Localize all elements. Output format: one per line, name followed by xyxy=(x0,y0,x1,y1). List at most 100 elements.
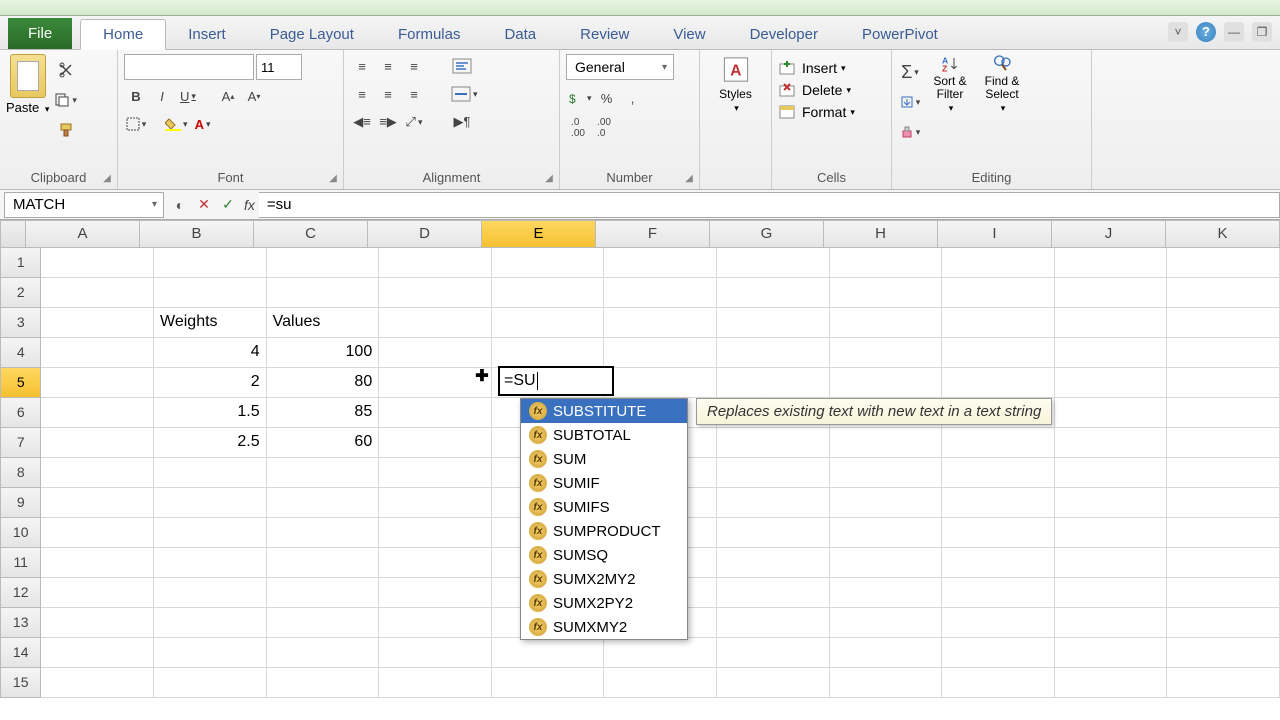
window-restore-icon[interactable]: ❐ xyxy=(1252,22,1272,42)
cell-F5[interactable] xyxy=(604,368,717,398)
align-bottom-icon[interactable]: ≡ xyxy=(402,54,426,78)
cell-G8[interactable] xyxy=(717,458,830,488)
tab-data[interactable]: Data xyxy=(482,20,558,49)
cell-H13[interactable] xyxy=(830,608,943,638)
align-top-icon[interactable]: ≡ xyxy=(350,54,374,78)
underline-button[interactable]: U▾ xyxy=(176,84,200,108)
font-launcher-icon[interactable]: ◢ xyxy=(326,172,340,186)
row-header-1[interactable]: 1 xyxy=(0,248,41,278)
cell-D15[interactable] xyxy=(379,668,492,698)
row-header-9[interactable]: 9 xyxy=(0,488,41,518)
autocomplete-item-sumproduct[interactable]: fxSUMPRODUCT xyxy=(521,519,687,543)
column-header-C[interactable]: C xyxy=(254,220,368,248)
cell-K3[interactable] xyxy=(1167,308,1280,338)
autosum-icon[interactable]: Σ▾ xyxy=(898,60,922,84)
cell-K6[interactable] xyxy=(1167,398,1280,428)
tab-home[interactable]: Home xyxy=(80,19,166,50)
cell-F4[interactable] xyxy=(604,338,717,368)
tab-view[interactable]: View xyxy=(651,20,727,49)
cell-D14[interactable] xyxy=(379,638,492,668)
row-header-3[interactable]: 3 xyxy=(0,308,41,338)
align-middle-icon[interactable]: ≡ xyxy=(376,54,400,78)
autocomplete-item-sumifs[interactable]: fxSUMIFS xyxy=(521,495,687,519)
cell-K1[interactable] xyxy=(1167,248,1280,278)
cell-J14[interactable] xyxy=(1055,638,1168,668)
cell-I2[interactable] xyxy=(942,278,1055,308)
formula-input[interactable]: =su xyxy=(259,192,1280,218)
cell-I8[interactable] xyxy=(942,458,1055,488)
cell-B14[interactable] xyxy=(154,638,267,668)
cell-C12[interactable] xyxy=(267,578,380,608)
cell-F15[interactable] xyxy=(604,668,717,698)
cell-D6[interactable] xyxy=(379,398,492,428)
column-header-J[interactable]: J xyxy=(1052,220,1166,248)
ribbon-minimize-icon[interactable]: ˅ xyxy=(1168,22,1188,42)
styles-button[interactable]: A Styles ▾ xyxy=(712,54,760,114)
clipboard-launcher-icon[interactable]: ◢ xyxy=(100,172,114,186)
cell-A2[interactable] xyxy=(41,278,154,308)
cell-G15[interactable] xyxy=(717,668,830,698)
align-center-icon[interactable]: ≡ xyxy=(376,82,400,106)
shrink-font-icon[interactable]: A▾ xyxy=(242,84,266,108)
cell-I13[interactable] xyxy=(942,608,1055,638)
cell-C3[interactable]: Values xyxy=(267,308,380,338)
cell-A7[interactable] xyxy=(41,428,154,458)
row-header-2[interactable]: 2 xyxy=(0,278,41,308)
cell-D9[interactable] xyxy=(379,488,492,518)
cell-E15[interactable] xyxy=(492,668,605,698)
borders-icon[interactable]: ▾ xyxy=(124,112,148,136)
cell-I12[interactable] xyxy=(942,578,1055,608)
autocomplete-item-sumxmy2[interactable]: fxSUMXMY2 xyxy=(521,615,687,639)
select-all-corner[interactable] xyxy=(0,220,26,248)
cell-I5[interactable] xyxy=(942,368,1055,398)
orientation-icon[interactable]: ⤢▾ xyxy=(402,110,426,134)
cell-I9[interactable] xyxy=(942,488,1055,518)
copy-icon[interactable]: ▾ xyxy=(53,88,78,112)
cell-B4[interactable]: 4 xyxy=(154,338,267,368)
cell-H3[interactable] xyxy=(830,308,943,338)
cell-F14[interactable] xyxy=(604,638,717,668)
cell-D11[interactable] xyxy=(379,548,492,578)
percent-format-icon[interactable]: % xyxy=(595,86,619,110)
column-header-F[interactable]: F xyxy=(596,220,710,248)
cell-D13[interactable] xyxy=(379,608,492,638)
cell-C2[interactable] xyxy=(267,278,380,308)
cell-K15[interactable] xyxy=(1167,668,1280,698)
cell-C7[interactable]: 60 xyxy=(267,428,380,458)
merge-center-icon[interactable]: ▾ xyxy=(450,82,479,106)
delete-cells-button[interactable]: Delete xyxy=(802,82,842,98)
name-box[interactable]: MATCH xyxy=(4,192,164,218)
cell-J3[interactable] xyxy=(1055,308,1168,338)
font-size-select[interactable] xyxy=(256,54,302,80)
cell-D1[interactable] xyxy=(379,248,492,278)
cell-I3[interactable] xyxy=(942,308,1055,338)
cell-H14[interactable] xyxy=(830,638,943,668)
row-header-4[interactable]: 4 xyxy=(0,338,41,368)
cell-E1[interactable] xyxy=(492,248,605,278)
fx-icon[interactable]: fx xyxy=(244,197,255,213)
cell-B13[interactable] xyxy=(154,608,267,638)
paste-button[interactable]: Paste ▾ xyxy=(6,100,49,115)
cell-K11[interactable] xyxy=(1167,548,1280,578)
autocomplete-item-substitute[interactable]: fxSUBSTITUTE xyxy=(521,399,687,423)
format-painter-icon[interactable] xyxy=(54,118,78,142)
cell-B1[interactable] xyxy=(154,248,267,278)
decrease-decimal-icon[interactable]: .00.0 xyxy=(592,116,616,140)
cell-D7[interactable] xyxy=(379,428,492,458)
column-header-B[interactable]: B xyxy=(140,220,254,248)
row-header-5[interactable]: 5 xyxy=(0,368,41,398)
cell-G5[interactable] xyxy=(717,368,830,398)
cell-A5[interactable] xyxy=(41,368,154,398)
font-family-select[interactable] xyxy=(124,54,254,80)
column-header-D[interactable]: D xyxy=(368,220,482,248)
cell-D8[interactable] xyxy=(379,458,492,488)
cell-I10[interactable] xyxy=(942,518,1055,548)
cell-I15[interactable] xyxy=(942,668,1055,698)
spreadsheet-grid[interactable]: ABCDEFGHIJK 123WeightsValues44100528061.… xyxy=(0,220,1280,698)
cell-C1[interactable] xyxy=(267,248,380,278)
fill-color-icon[interactable]: ▾ xyxy=(164,112,189,136)
increase-indent-icon[interactable]: ≡▶ xyxy=(376,110,400,134)
autocomplete-item-sumx2my2[interactable]: fxSUMX2MY2 xyxy=(521,567,687,591)
column-header-G[interactable]: G xyxy=(710,220,824,248)
cell-C15[interactable] xyxy=(267,668,380,698)
